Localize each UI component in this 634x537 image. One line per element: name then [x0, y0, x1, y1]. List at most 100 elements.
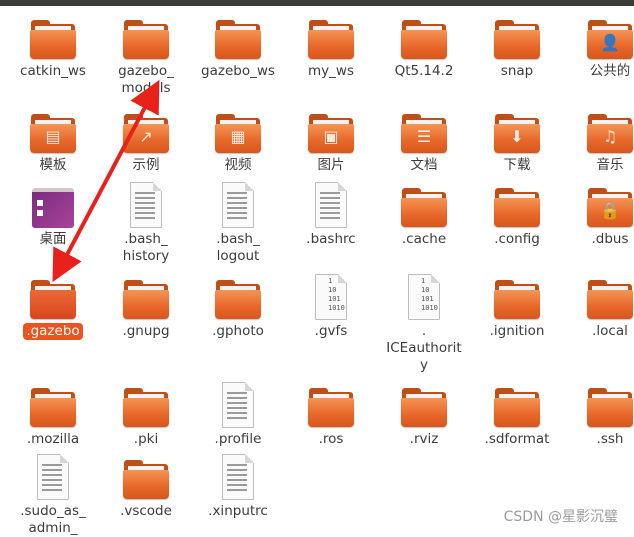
file-item[interactable]: ▤ 模板	[7, 112, 99, 174]
file-item-label: .bash_ logout	[216, 231, 260, 264]
file-item[interactable]: .gphoto	[192, 278, 284, 340]
file-item[interactable]: snap	[471, 18, 563, 80]
file-item-label: .ros	[318, 431, 344, 447]
folder-icon: ▤	[29, 112, 77, 154]
file-item[interactable]: my_ws	[285, 18, 377, 80]
file-item-label: .gphoto	[212, 323, 264, 339]
folder-icon	[493, 186, 541, 228]
file-item[interactable]: .vscode	[100, 458, 192, 520]
folder-icon	[29, 278, 77, 320]
file-item-label: .ssh	[596, 431, 624, 447]
file-item-label: 公共的	[589, 63, 631, 79]
text-file-icon	[214, 182, 262, 228]
file-item[interactable]: 桌面	[7, 186, 99, 248]
text-file-icon	[122, 182, 170, 228]
file-item-label: .gnupg	[122, 323, 170, 339]
file-item-label: .mozilla	[26, 431, 80, 447]
file-item[interactable]: gazebo_ models	[100, 18, 192, 97]
file-item-label: my_ws	[308, 63, 354, 79]
link-arrow-icon: ↗	[139, 127, 153, 146]
file-item[interactable]: .gnupg	[100, 278, 192, 340]
file-item-label: .rviz	[409, 431, 439, 447]
folder-icon	[29, 386, 77, 428]
file-item[interactable]: ↗ 示例	[100, 112, 192, 174]
file-item[interactable]: 👤 公共的	[564, 18, 634, 80]
folder-icon: 🔒	[586, 186, 634, 228]
folder-icon: ▣	[307, 112, 355, 154]
file-item-label: . ICEauthorit y	[386, 323, 462, 373]
file-item[interactable]: 1 10 101 1010. ICEauthorit y	[378, 274, 470, 374]
file-item-label: .bashrc	[306, 231, 356, 247]
file-item-label: .pki	[133, 431, 159, 447]
folder-icon: ⬇	[493, 112, 541, 154]
film-icon: ▦	[230, 127, 246, 146]
file-item[interactable]: 1 10 101 1010 .gvfs	[285, 274, 377, 340]
file-item-label: .gvfs	[314, 323, 348, 339]
file-item-label: catkin_ws	[20, 63, 86, 79]
file-item[interactable]: .rviz	[378, 386, 470, 448]
file-item[interactable]: Qt5.14.2	[378, 18, 470, 80]
file-item-label: .cache	[401, 231, 447, 247]
folder-icon	[493, 18, 541, 60]
text-file-icon	[214, 382, 262, 428]
text-file-icon	[307, 182, 355, 228]
file-item[interactable]: 🔒 .dbus	[564, 186, 634, 248]
folder-icon	[400, 386, 448, 428]
download-icon: ⬇	[510, 127, 524, 146]
file-item[interactable]: .cache	[378, 186, 470, 248]
folder-icon	[122, 18, 170, 60]
file-item-label: .local	[592, 323, 628, 339]
music-icon: ♫	[602, 127, 618, 146]
file-item[interactable]: .local	[564, 278, 634, 340]
document-icon: ☰	[416, 127, 432, 146]
file-item-label: .bash_ history	[122, 231, 170, 264]
file-item[interactable]: .xinputrc	[192, 454, 284, 520]
folder-icon	[307, 18, 355, 60]
file-item[interactable]: catkin_ws	[7, 18, 99, 80]
file-item[interactable]: .ros	[285, 386, 377, 448]
file-item[interactable]: .bash_ history	[100, 182, 192, 265]
file-icon-grid: catkin_ws gazebo_ models gazebo_ws my_ws Qt5.…	[0, 6, 634, 537]
file-item-label: 下载	[503, 157, 531, 173]
file-item-label: 音乐	[596, 157, 624, 173]
folder-icon	[122, 458, 170, 500]
file-item-label: .sdformat	[484, 431, 550, 447]
file-item[interactable]: .ignition	[471, 278, 563, 340]
file-item-label: .dbus	[591, 231, 629, 247]
folder-icon	[493, 386, 541, 428]
file-item[interactable]: .sdformat	[471, 386, 563, 448]
file-item[interactable]: .profile	[192, 382, 284, 448]
file-item[interactable]: .bashrc	[285, 182, 377, 248]
folder-icon	[214, 18, 262, 60]
file-item[interactable]: .bash_ logout	[192, 182, 284, 265]
file-item-label: .profile	[214, 431, 262, 447]
person-icon: 👤	[600, 33, 620, 52]
file-item[interactable]: .config	[471, 186, 563, 248]
file-item[interactable]: .sudo_as_ admin_	[7, 454, 99, 537]
folder-icon	[29, 18, 77, 60]
file-item[interactable]: gazebo_ws	[192, 18, 284, 80]
binary-file-icon: 1 10 101 1010	[307, 274, 355, 320]
file-item-label: 视频	[224, 157, 252, 173]
file-item-label: .vscode	[120, 503, 172, 519]
file-item[interactable]: .gazebo	[7, 278, 99, 340]
file-item[interactable]: ▣ 图片	[285, 112, 377, 174]
lock-icon: 🔒	[600, 201, 620, 220]
file-item[interactable]: ♫ 音乐	[564, 112, 634, 174]
file-item-label: Qt5.14.2	[394, 63, 454, 79]
file-item[interactable]: .pki	[100, 386, 192, 448]
file-item-label: .sudo_as_ admin_	[20, 503, 86, 536]
file-item-label: 示例	[132, 157, 160, 173]
folder-icon: 👤	[586, 18, 634, 60]
file-item[interactable]: ☰ 文档	[378, 112, 470, 174]
file-item[interactable]: ▦ 视频	[192, 112, 284, 174]
folder-icon: ♫	[586, 112, 634, 154]
file-item[interactable]: .mozilla	[7, 386, 99, 448]
folder-icon	[400, 186, 448, 228]
file-item[interactable]: ⬇ 下载	[471, 112, 563, 174]
desktop-icon	[29, 186, 77, 228]
file-item-label: gazebo_ws	[201, 63, 275, 79]
folder-icon	[493, 278, 541, 320]
file-item[interactable]: .ssh	[564, 386, 634, 448]
folder-icon	[586, 278, 634, 320]
